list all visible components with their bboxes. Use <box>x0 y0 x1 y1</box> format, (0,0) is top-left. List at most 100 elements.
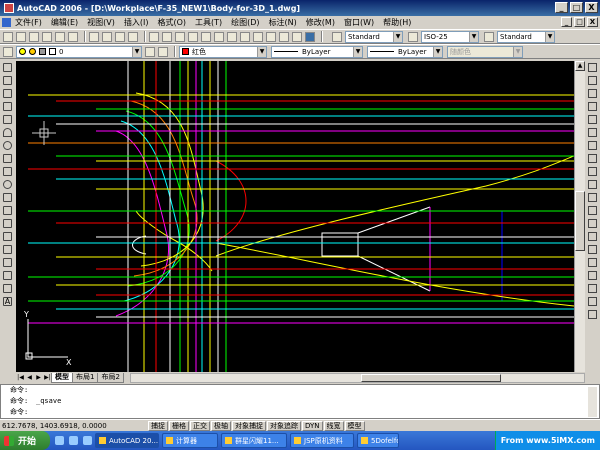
mirror-icon[interactable] <box>588 89 597 98</box>
layer-previous-icon[interactable] <box>158 46 168 57</box>
help-icon[interactable] <box>305 31 315 42</box>
menu-edit[interactable]: 编辑(E) <box>51 17 78 28</box>
quicklaunch-ie-icon[interactable] <box>55 436 64 445</box>
zoom-window-icon[interactable] <box>201 31 211 42</box>
menu-view[interactable]: 视图(V) <box>87 17 115 28</box>
scale-icon[interactable] <box>588 154 597 163</box>
chevron-down-icon[interactable]: ▼ <box>545 31 554 42</box>
doc-restore-button[interactable]: □ <box>574 17 585 27</box>
revision-cloud-icon[interactable] <box>3 154 12 163</box>
quicklaunch-media-icon[interactable] <box>83 436 92 445</box>
chamfer-icon[interactable] <box>588 245 597 254</box>
task-chat[interactable]: 群星闪耀11... <box>221 433 287 448</box>
quicklaunch-desktop-icon[interactable] <box>69 436 78 445</box>
cut-icon[interactable] <box>89 31 99 42</box>
hscroll-thumb[interactable] <box>360 373 501 382</box>
layer-tool-icon[interactable] <box>588 297 597 306</box>
undo-icon[interactable] <box>149 31 159 42</box>
layer-manager-icon[interactable] <box>3 46 13 57</box>
mtext-icon[interactable]: A <box>3 297 12 306</box>
snap-toggle[interactable]: 捕捉 <box>148 420 168 431</box>
design-center-icon[interactable] <box>240 31 250 42</box>
zoom-realtime-icon[interactable] <box>188 31 198 42</box>
chevron-down-icon[interactable]: ▼ <box>393 31 402 42</box>
publish-icon[interactable] <box>68 31 78 42</box>
vertical-scrollbar[interactable]: ▲ <box>574 61 585 372</box>
fillet-icon[interactable] <box>588 258 597 267</box>
tab-layout1[interactable]: 布局1 <box>72 372 99 383</box>
menu-tools[interactable]: 工具(T) <box>195 17 222 28</box>
horizontal-scrollbar[interactable] <box>129 372 585 383</box>
join-icon[interactable] <box>588 232 597 241</box>
polar-toggle[interactable]: 极轴 <box>211 420 231 431</box>
chevron-down-icon[interactable]: ▼ <box>433 46 442 57</box>
task-autocad[interactable]: AutoCAD 20... <box>95 433 159 448</box>
menu-window[interactable]: 窗口(W) <box>344 17 374 28</box>
dyn-toggle[interactable]: DYN <box>302 420 323 431</box>
pan-icon[interactable] <box>175 31 185 42</box>
open-icon[interactable] <box>16 31 26 42</box>
spline-icon[interactable] <box>3 167 12 176</box>
tab-layout2[interactable]: 布局2 <box>97 372 124 383</box>
construction-line-icon[interactable] <box>3 76 12 85</box>
next-tab-button[interactable]: ▶ <box>34 373 43 382</box>
ellipse-arc-icon[interactable] <box>3 193 12 202</box>
model-toggle[interactable]: 模型 <box>344 420 365 431</box>
make-block-icon[interactable] <box>3 219 12 228</box>
first-tab-button[interactable]: |◀ <box>16 373 25 382</box>
region-icon[interactable] <box>3 271 12 280</box>
menu-format[interactable]: 格式(O) <box>157 17 186 28</box>
scroll-up-button[interactable]: ▲ <box>575 61 585 71</box>
start-button[interactable]: 开始 <box>0 431 50 450</box>
menu-help[interactable]: 帮助(H) <box>383 17 411 28</box>
erase-icon[interactable] <box>588 63 597 72</box>
text-style-select[interactable]: Standard ▼ <box>345 30 403 43</box>
doc-minimize-button[interactable]: _ <box>561 17 572 27</box>
chevron-down-icon[interactable]: ▼ <box>469 31 478 42</box>
task-folder[interactable]: JSP原机资料 <box>290 433 354 448</box>
dim-style-select[interactable]: ISO-25 ▼ <box>421 30 479 43</box>
copy-object-icon[interactable] <box>588 76 597 85</box>
make-current-layer-icon[interactable] <box>145 46 155 57</box>
color-select[interactable]: 红色 ▼ <box>179 45 267 58</box>
doc-close-button[interactable]: X <box>587 17 598 27</box>
line-icon[interactable] <box>3 63 12 72</box>
osnap-toggle[interactable]: 对象捕捉 <box>232 420 266 431</box>
prev-tab-button[interactable]: ◀ <box>25 373 34 382</box>
trim-icon[interactable] <box>588 180 597 189</box>
calculator-icon[interactable] <box>292 31 302 42</box>
command-scrollbar[interactable] <box>588 387 597 417</box>
move-icon[interactable] <box>588 128 597 137</box>
table-icon[interactable] <box>3 284 12 293</box>
tab-model[interactable]: 模型 <box>51 372 73 383</box>
insert-block-icon[interactable] <box>3 206 12 215</box>
close-button[interactable]: X <box>585 2 598 13</box>
minimize-button[interactable]: _ <box>555 2 568 13</box>
linetype-select[interactable]: ByLayer ▼ <box>271 45 363 58</box>
table-style-select[interactable]: Standard ▼ <box>497 30 555 43</box>
properties-icon[interactable] <box>227 31 237 42</box>
zoom-icon[interactable] <box>588 310 597 319</box>
document-icon[interactable] <box>2 18 11 27</box>
autocad-app-icon[interactable] <box>4 3 14 13</box>
print-icon[interactable] <box>42 31 52 42</box>
dimension-icon[interactable] <box>588 284 597 293</box>
chevron-down-icon[interactable]: ▼ <box>132 46 141 57</box>
menu-modify[interactable]: 修改(M) <box>306 17 335 28</box>
stretch-icon[interactable] <box>588 167 597 176</box>
break-at-point-icon[interactable] <box>588 206 597 215</box>
markup-icon[interactable] <box>279 31 289 42</box>
lineweight-toggle[interactable]: 线宽 <box>323 420 344 431</box>
copy-icon[interactable] <box>102 31 112 42</box>
polyline-icon[interactable] <box>3 89 12 98</box>
lineweight-select[interactable]: ByLayer ▼ <box>367 45 443 58</box>
hatch-icon[interactable] <box>3 245 12 254</box>
break-icon[interactable] <box>588 219 597 228</box>
paste-icon[interactable] <box>115 31 125 42</box>
tool-palettes-icon[interactable] <box>253 31 263 42</box>
drawing-canvas[interactable]: Y X <box>16 61 574 372</box>
point-icon[interactable] <box>3 232 12 241</box>
preview-icon[interactable] <box>55 31 65 42</box>
rectangle-icon[interactable] <box>3 115 12 124</box>
chevron-down-icon[interactable]: ▼ <box>353 46 362 57</box>
